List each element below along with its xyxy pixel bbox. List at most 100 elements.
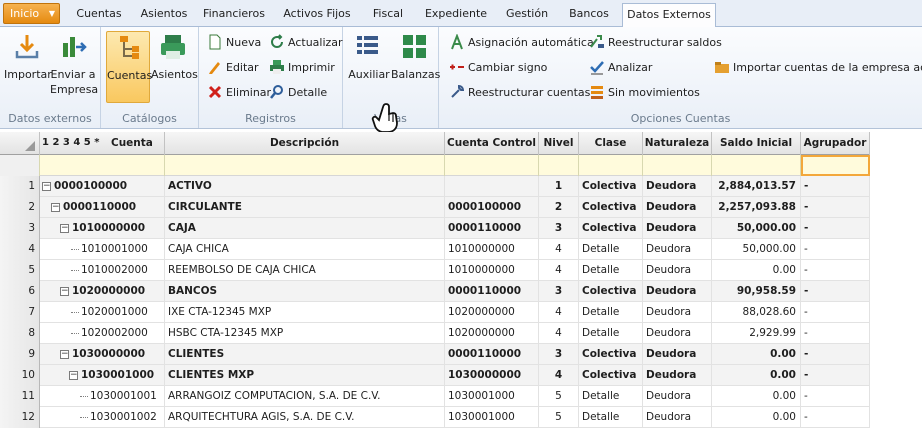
collapse-toggle-icon[interactable]: − — [60, 287, 69, 296]
cell-cuenta-control[interactable]: 0000110000 — [445, 281, 539, 302]
header-descripcion[interactable]: Descripción — [165, 132, 445, 155]
table-row[interactable]: 8 1020002000 HSBC CTA-12345 MXP 1020000000 4… — [0, 323, 870, 344]
cell-saldo-inicial[interactable]: 0.00 — [712, 407, 801, 428]
tab-datos-externos[interactable]: Datos Externos — [622, 3, 716, 28]
cell-agrupador[interactable]: - — [801, 218, 870, 239]
cell-descripcion[interactable]: ARRANGOIZ COMPUTACION, S.A. DE C.V. — [165, 386, 445, 407]
cell-clase[interactable]: Colectiva — [579, 197, 643, 218]
cell-saldo-inicial[interactable]: 0.00 — [712, 365, 801, 386]
cell-cuenta-control[interactable]: 0000110000 — [445, 218, 539, 239]
cuentas-button[interactable]: Cuentas — [106, 31, 152, 103]
header-nivel[interactable]: Nivel — [539, 132, 579, 155]
collapse-toggle-icon[interactable]: − — [42, 182, 51, 191]
cell-agrupador[interactable]: - — [801, 239, 870, 260]
header-saldo-inicial[interactable]: Saldo Inicial — [712, 132, 801, 155]
cell-agrupador[interactable]: - — [801, 386, 870, 407]
cell-descripcion[interactable]: REEMBOLSO DE CAJA CHICA — [165, 260, 445, 281]
analizar-button[interactable]: Analizar — [589, 59, 652, 79]
cell-cuenta[interactable]: 1020001000 — [40, 302, 165, 323]
cell-clase[interactable]: Colectiva — [579, 176, 643, 197]
cell-descripcion[interactable]: CIRCULANTE — [165, 197, 445, 218]
cell-saldo-inicial[interactable]: 88,028.60 — [712, 302, 801, 323]
cell-cuenta-control[interactable]: 0000110000 — [445, 344, 539, 365]
header-naturaleza[interactable]: Naturaleza — [643, 132, 712, 155]
cell-naturaleza[interactable]: Deudora — [643, 197, 712, 218]
cell-saldo-inicial[interactable]: 2,884,013.57 — [712, 176, 801, 197]
importar-button[interactable]: Importar — [4, 31, 52, 82]
cell-saldo-inicial[interactable]: 50,000.00 — [712, 218, 801, 239]
enviar-empresa-button[interactable]: Enviar a Empresa — [50, 31, 98, 97]
table-row[interactable]: 7 1020001000 IXE CTA-12345 MXP 1020000000 4 D… — [0, 302, 870, 323]
table-row[interactable]: 9−1030000000 CLIENTES 0000110000 3 Colectiva… — [0, 344, 870, 365]
filter-agrupador-input[interactable] — [801, 155, 870, 176]
nueva-button[interactable]: Nueva — [207, 34, 261, 54]
cell-descripcion[interactable]: ARQUITECHTURA AGIS, S.A. DE C.V. — [165, 407, 445, 428]
cell-agrupador[interactable]: - — [801, 407, 870, 428]
cell-naturaleza[interactable]: Deudora — [643, 260, 712, 281]
cell-clase[interactable]: Detalle — [579, 302, 643, 323]
table-row[interactable]: 10−1030001000 CLIENTES MXP 1030000000 4 Cole… — [0, 365, 870, 386]
cell-clase[interactable]: Colectiva — [579, 281, 643, 302]
cell-cuenta-control[interactable]: 1030000000 — [445, 365, 539, 386]
tab-activos-fijos[interactable]: Activos Fijos — [274, 3, 360, 27]
collapse-toggle-icon[interactable]: − — [51, 203, 60, 212]
tab-cuentas[interactable]: Cuentas — [64, 3, 134, 27]
cell-nivel[interactable]: 4 — [539, 323, 579, 344]
tab-inicio[interactable]: Inicio ▼ — [3, 3, 60, 24]
cell-cuenta-control[interactable]: 1020000000 — [445, 323, 539, 344]
cell-cuenta[interactable]: 1010001000 — [40, 239, 165, 260]
header-agrupador[interactable]: Agrupador — [801, 132, 870, 155]
cell-clase[interactable]: Detalle — [579, 386, 643, 407]
cell-cuenta-control[interactable]: 1030001000 — [445, 407, 539, 428]
cell-nivel[interactable]: 3 — [539, 344, 579, 365]
cell-descripcion[interactable]: CLIENTES — [165, 344, 445, 365]
tab-asientos[interactable]: Asientos — [134, 3, 194, 27]
collapse-toggle-icon[interactable]: − — [60, 350, 69, 359]
header-clase[interactable]: Clase — [579, 132, 643, 155]
table-row[interactable]: 2−0000110000 CIRCULANTE 0000100000 2 Colecti… — [0, 197, 870, 218]
cell-cuenta[interactable]: 1030001002 — [40, 407, 165, 428]
cell-naturaleza[interactable]: Deudora — [643, 239, 712, 260]
cell-nivel[interactable]: 3 — [539, 281, 579, 302]
cell-saldo-inicial[interactable]: 0.00 — [712, 344, 801, 365]
reestructurar-saldos-button[interactable]: Reestructurar saldos — [589, 34, 722, 54]
cell-nivel[interactable]: 3 — [539, 218, 579, 239]
collapse-toggle-icon[interactable]: − — [60, 224, 69, 233]
cell-descripcion[interactable]: CAJA — [165, 218, 445, 239]
cell-clase[interactable]: Detalle — [579, 323, 643, 344]
filter-saldo-input[interactable] — [712, 155, 801, 176]
header-cuenta[interactable]: 1 2 3 4 5 * Cuenta — [40, 132, 165, 155]
cell-cuenta-control[interactable] — [445, 176, 539, 197]
cell-naturaleza[interactable]: Deudora — [643, 344, 712, 365]
filter-descripcion-input[interactable] — [165, 155, 445, 176]
cell-cuenta[interactable]: −0000100000 — [40, 176, 165, 197]
cell-naturaleza[interactable]: Deudora — [643, 323, 712, 344]
actualizar-button[interactable]: Actualizar — [269, 34, 343, 54]
cell-cuenta[interactable]: −1030001000 — [40, 365, 165, 386]
table-row[interactable]: 11 1030001001 ARRANGOIZ COMPUTACION, S.A. … — [0, 386, 870, 407]
filter-nivel-input[interactable] — [539, 155, 579, 176]
filter-cuenta-input[interactable] — [40, 155, 165, 176]
table-row[interactable]: 12 1030001002 ARQUITECHTURA AGIS, S.A. DE … — [0, 407, 870, 428]
cell-cuenta-control[interactable]: 1030001000 — [445, 386, 539, 407]
level-selector[interactable]: 1 2 3 4 5 * — [42, 132, 99, 154]
cell-nivel[interactable]: 4 — [539, 239, 579, 260]
cell-clase[interactable]: Colectiva — [579, 218, 643, 239]
cell-naturaleza[interactable]: Deudora — [643, 386, 712, 407]
cell-saldo-inicial[interactable]: 2,257,093.88 — [712, 197, 801, 218]
header-cuenta-control[interactable]: Cuenta Control — [445, 132, 539, 155]
cell-cuenta-control[interactable]: 1010000000 — [445, 260, 539, 281]
cell-nivel[interactable]: 4 — [539, 260, 579, 281]
table-row[interactable]: 1−0000100000 ACTIVO 1 Colectiva Deudora 2,884… — [0, 176, 870, 197]
cell-cuenta[interactable]: −1010000000 — [40, 218, 165, 239]
cell-agrupador[interactable]: - — [801, 260, 870, 281]
cell-saldo-inicial[interactable]: 0.00 — [712, 386, 801, 407]
cambiar-signo-button[interactable]: Cambiar signo — [449, 59, 547, 79]
cell-nivel[interactable]: 1 — [539, 176, 579, 197]
cell-cuenta[interactable]: −1020000000 — [40, 281, 165, 302]
cell-agrupador[interactable]: - — [801, 302, 870, 323]
reestructurar-cuentas-button[interactable]: Reestructurar cuentas — [449, 84, 590, 104]
filter-clase-input[interactable] — [579, 155, 643, 176]
cell-naturaleza[interactable]: Deudora — [643, 218, 712, 239]
cell-nivel[interactable]: 4 — [539, 302, 579, 323]
